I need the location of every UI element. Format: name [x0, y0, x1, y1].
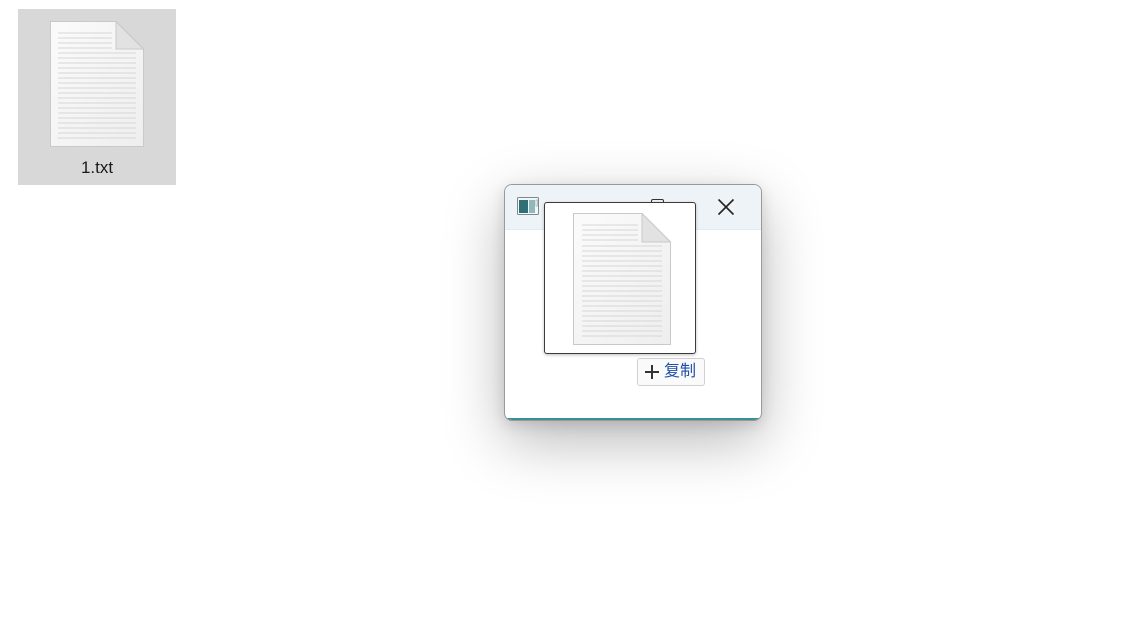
plus-icon	[644, 364, 660, 380]
file-name-label: 1.txt	[80, 158, 114, 177]
window-bottom-border	[505, 418, 761, 420]
close-button[interactable]	[711, 193, 741, 221]
desktop-file-icon[interactable]: 1.txt	[18, 9, 176, 185]
drag-preview	[544, 202, 696, 354]
app-icon	[517, 197, 539, 220]
desktop: 1.txt 复制	[0, 0, 1142, 628]
text-document-icon	[573, 212, 672, 350]
drop-effect-tooltip: 复制	[637, 358, 706, 386]
close-icon	[717, 198, 735, 216]
text-document-icon	[50, 20, 145, 152]
drop-effect-label: 复制	[664, 363, 697, 380]
